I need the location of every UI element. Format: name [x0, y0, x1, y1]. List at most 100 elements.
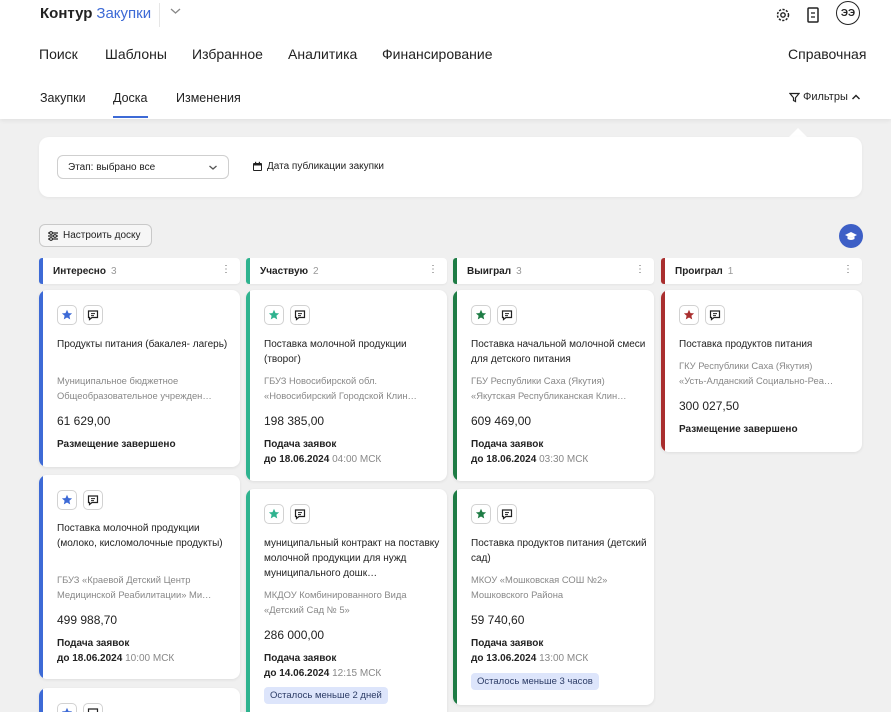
tab-active-indicator	[113, 116, 148, 118]
graduation-cap-icon[interactable]	[839, 224, 863, 248]
column-header-won: Выиграл 3 ⋮	[453, 258, 654, 284]
card-deadline-time: 10:00 МСК	[125, 653, 175, 664]
nav-templates[interactable]: Шаблоны	[105, 46, 167, 62]
tender-card[interactable]: Поставка молочной продукции (творог) ГБУ…	[246, 290, 447, 481]
more-vertical-icon[interactable]: ⋮	[428, 264, 438, 275]
card-title[interactable]: Поставка молочной продукции (молоко, кис…	[57, 521, 235, 551]
column-color-bar	[246, 258, 250, 284]
star-icon[interactable]	[264, 504, 284, 524]
comment-icon[interactable]	[290, 504, 310, 524]
comment-icon[interactable]	[83, 305, 103, 325]
card-title[interactable]: Поставка молочной продукции (творог)	[264, 337, 442, 367]
comment-icon[interactable]	[83, 490, 103, 510]
column-count: 2	[313, 265, 319, 277]
filters-toggle[interactable]: Фильтры	[789, 91, 861, 103]
more-vertical-icon[interactable]: ⋮	[221, 264, 231, 275]
tab-changes[interactable]: Изменения	[176, 91, 241, 105]
card-deadline: до 18.06.2024 04:00 МСК	[264, 453, 381, 467]
document-icon[interactable]	[804, 5, 822, 25]
tender-card[interactable]: Продукты питания (бакалея- лагерь) Муниц…	[39, 290, 240, 467]
card-org: Общеобразовательное учрежден…	[57, 390, 212, 401]
stage-select[interactable]: Этап: выбрано все	[57, 155, 229, 179]
card-status: Размещение завершено	[57, 439, 176, 450]
card-title[interactable]: муниципальный контракт на поставку молоч…	[264, 536, 442, 581]
comment-icon[interactable]	[497, 305, 517, 325]
star-icon[interactable]	[57, 305, 77, 325]
tender-card[interactable]: Поставка продуктов питания ГКУ Республик…	[661, 290, 862, 452]
tender-card[interactable]: Поставка продуктов питания (детский сад)…	[453, 489, 654, 705]
more-vertical-icon[interactable]: ⋮	[843, 264, 853, 275]
brand-divider	[159, 3, 160, 27]
card-color-bar	[661, 290, 665, 452]
filters-label: Фильтры	[803, 91, 848, 103]
card-deadline-label: Подача заявок	[471, 638, 544, 649]
brand-logo[interactable]: Контур Закупки	[40, 5, 151, 22]
tender-card[interactable]: Поставка молочной продукции (молоко, кис…	[39, 475, 240, 679]
nav-financing[interactable]: Финансирование	[382, 46, 493, 62]
brand-product: Закупки	[96, 5, 152, 22]
star-icon[interactable]	[471, 504, 491, 524]
card-org: МКДОУ Комбинированного Вида	[264, 589, 407, 600]
configure-board-button[interactable]: Настроить доску	[39, 224, 152, 247]
nav-analytics[interactable]: Аналитика	[288, 46, 357, 62]
card-org: ГКУ Республики Саха (Якутия)	[679, 360, 813, 371]
chevron-down-icon[interactable]	[170, 6, 181, 18]
card-color-bar	[39, 688, 43, 712]
column-count: 3	[516, 265, 522, 277]
card-org: МКОУ «Мошковская СОШ №2»	[471, 574, 608, 585]
card-color-bar	[246, 290, 250, 481]
tab-board[interactable]: Доска	[113, 91, 148, 105]
card-org: Мошковского Района	[471, 589, 564, 600]
column-count: 3	[110, 265, 117, 277]
column-header-interesting: Интересно 3 ⋮	[39, 258, 240, 284]
nav-favorites[interactable]: Избранное	[192, 46, 263, 62]
comment-icon[interactable]	[705, 305, 725, 325]
card-org: ГБУЗ «Краевой Детский Центр	[57, 574, 191, 585]
tender-card[interactable]: Поставка начальной молочной смеси для де…	[453, 290, 654, 481]
column-title: Выиграл	[467, 265, 512, 277]
tab-purchases[interactable]: Закупки	[40, 91, 86, 105]
column-title: Проиграл	[675, 265, 723, 277]
star-icon[interactable]	[57, 703, 77, 712]
card-deadline-date: до 18.06.2024	[264, 454, 330, 465]
card-org: Муниципальное бюджетное	[57, 375, 179, 386]
card-title[interactable]: Поставка продуктов питания	[679, 337, 857, 352]
comment-icon[interactable]	[290, 305, 310, 325]
card-title[interactable]: Поставка продуктов питания (детский сад)	[471, 536, 649, 566]
card-deadline-date: до 18.06.2024	[57, 653, 123, 664]
comment-icon[interactable]	[83, 703, 103, 712]
tender-card[interactable]: муниципальный контракт на поставку молоч…	[246, 489, 447, 712]
card-color-bar	[453, 290, 457, 481]
star-icon[interactable]	[57, 490, 77, 510]
calendar-icon	[253, 161, 262, 171]
comment-icon[interactable]	[497, 504, 517, 524]
tender-card[interactable]	[39, 688, 240, 712]
card-price: 61 629,00	[57, 414, 111, 428]
column-count: 1	[727, 265, 734, 277]
settings-sliders-icon	[48, 230, 58, 241]
gear-icon[interactable]	[774, 6, 792, 24]
more-vertical-icon[interactable]: ⋮	[635, 264, 645, 275]
brand-name: Контур	[40, 5, 93, 22]
date-filter[interactable]: Дата публикации закупки	[252, 161, 384, 172]
nav-reference[interactable]: Справочная	[788, 46, 866, 62]
column-title: Участвую	[260, 265, 309, 277]
star-icon[interactable]	[471, 305, 491, 325]
deadline-warning-badge: Осталось меньше 3 часов	[471, 673, 599, 690]
card-org: «Усть-Алданский Социально-Реа…	[679, 375, 834, 386]
column-header-participating: Участвую 2 ⋮	[246, 258, 447, 284]
star-icon[interactable]	[264, 305, 284, 325]
column-color-bar	[661, 258, 665, 284]
column-header-lost: Проиграл 1 ⋮	[661, 258, 862, 284]
card-deadline-time: 13:00 МСК	[539, 653, 589, 664]
card-title[interactable]: Продукты питания (бакалея- лагерь)	[57, 337, 235, 352]
filter-icon	[789, 92, 800, 102]
star-icon[interactable]	[679, 305, 699, 325]
stage-select-value: Этап: выбрано все	[68, 161, 156, 173]
avatar[interactable]: ЭЭ	[836, 1, 860, 25]
card-price: 286 000,00	[264, 628, 325, 642]
nav-search[interactable]: Поиск	[39, 46, 78, 62]
card-title[interactable]: Поставка начальной молочной смеси для де…	[471, 337, 649, 367]
card-deadline-time: 04:00 МСК	[332, 454, 382, 465]
card-price: 300 027,50	[679, 399, 740, 413]
